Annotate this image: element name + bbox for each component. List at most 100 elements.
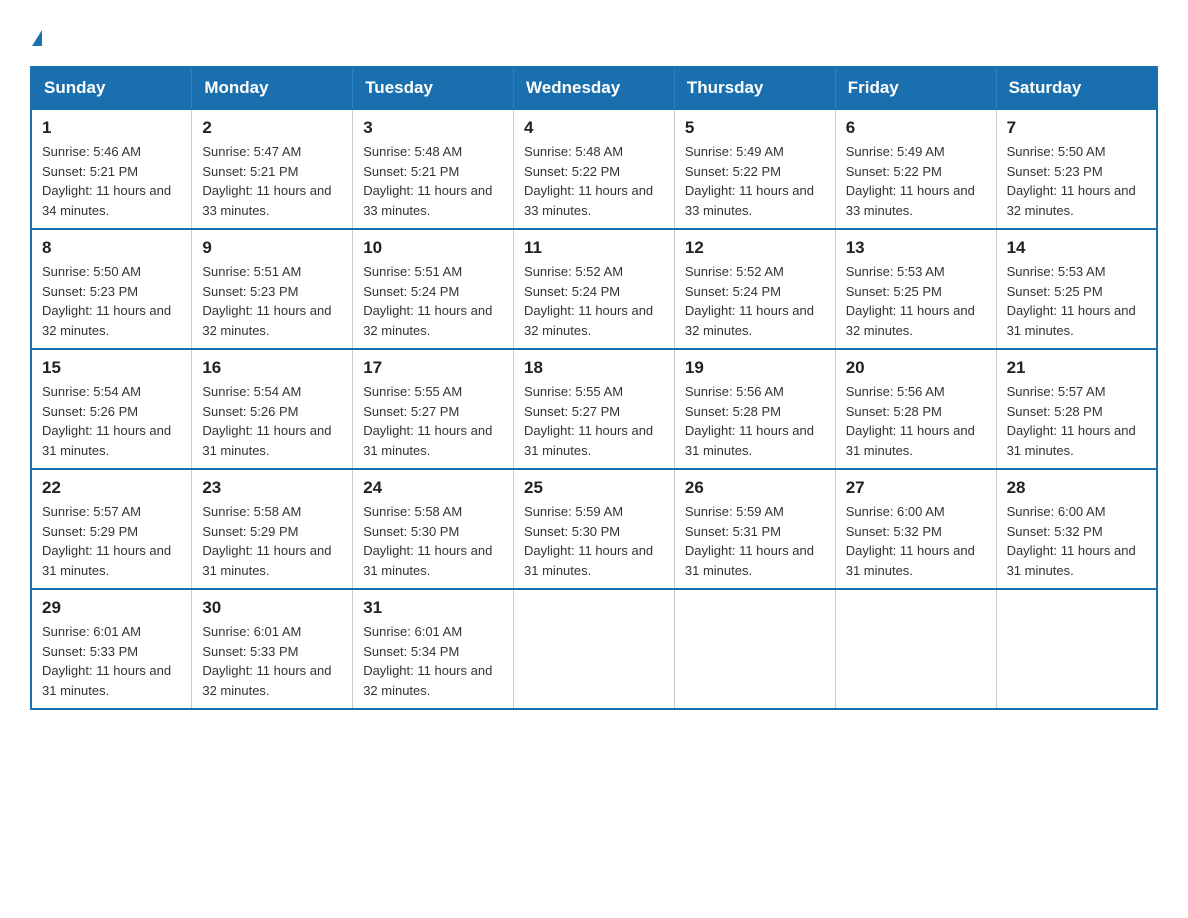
calendar-cell: 17 Sunrise: 5:55 AMSunset: 5:27 PMDaylig…	[353, 349, 514, 469]
column-header-monday: Monday	[192, 67, 353, 109]
calendar-cell: 18 Sunrise: 5:55 AMSunset: 5:27 PMDaylig…	[514, 349, 675, 469]
day-number: 26	[685, 478, 825, 498]
column-header-saturday: Saturday	[996, 67, 1157, 109]
calendar-cell: 21 Sunrise: 5:57 AMSunset: 5:28 PMDaylig…	[996, 349, 1157, 469]
day-number: 3	[363, 118, 503, 138]
day-info: Sunrise: 5:50 AMSunset: 5:23 PMDaylight:…	[1007, 142, 1146, 220]
day-number: 21	[1007, 358, 1146, 378]
calendar-cell: 31 Sunrise: 6:01 AMSunset: 5:34 PMDaylig…	[353, 589, 514, 709]
day-info: Sunrise: 5:59 AMSunset: 5:31 PMDaylight:…	[685, 502, 825, 580]
day-info: Sunrise: 6:00 AMSunset: 5:32 PMDaylight:…	[846, 502, 986, 580]
day-number: 24	[363, 478, 503, 498]
day-info: Sunrise: 5:46 AMSunset: 5:21 PMDaylight:…	[42, 142, 181, 220]
day-info: Sunrise: 5:52 AMSunset: 5:24 PMDaylight:…	[524, 262, 664, 340]
page-header	[30, 30, 1158, 46]
calendar-cell: 3 Sunrise: 5:48 AMSunset: 5:21 PMDayligh…	[353, 109, 514, 229]
calendar-cell: 12 Sunrise: 5:52 AMSunset: 5:24 PMDaylig…	[674, 229, 835, 349]
day-number: 13	[846, 238, 986, 258]
calendar-cell: 2 Sunrise: 5:47 AMSunset: 5:21 PMDayligh…	[192, 109, 353, 229]
calendar-cell: 24 Sunrise: 5:58 AMSunset: 5:30 PMDaylig…	[353, 469, 514, 589]
day-info: Sunrise: 5:50 AMSunset: 5:23 PMDaylight:…	[42, 262, 181, 340]
day-number: 10	[363, 238, 503, 258]
day-number: 9	[202, 238, 342, 258]
calendar-cell: 4 Sunrise: 5:48 AMSunset: 5:22 PMDayligh…	[514, 109, 675, 229]
calendar-cell: 20 Sunrise: 5:56 AMSunset: 5:28 PMDaylig…	[835, 349, 996, 469]
calendar-cell: 30 Sunrise: 6:01 AMSunset: 5:33 PMDaylig…	[192, 589, 353, 709]
day-info: Sunrise: 6:01 AMSunset: 5:33 PMDaylight:…	[42, 622, 181, 700]
day-number: 17	[363, 358, 503, 378]
day-number: 5	[685, 118, 825, 138]
day-info: Sunrise: 5:51 AMSunset: 5:24 PMDaylight:…	[363, 262, 503, 340]
day-number: 16	[202, 358, 342, 378]
day-number: 4	[524, 118, 664, 138]
calendar-cell	[835, 589, 996, 709]
day-info: Sunrise: 5:59 AMSunset: 5:30 PMDaylight:…	[524, 502, 664, 580]
day-info: Sunrise: 5:57 AMSunset: 5:29 PMDaylight:…	[42, 502, 181, 580]
day-info: Sunrise: 5:52 AMSunset: 5:24 PMDaylight:…	[685, 262, 825, 340]
day-info: Sunrise: 5:48 AMSunset: 5:21 PMDaylight:…	[363, 142, 503, 220]
day-info: Sunrise: 5:51 AMSunset: 5:23 PMDaylight:…	[202, 262, 342, 340]
day-number: 19	[685, 358, 825, 378]
day-number: 12	[685, 238, 825, 258]
day-info: Sunrise: 6:01 AMSunset: 5:33 PMDaylight:…	[202, 622, 342, 700]
day-info: Sunrise: 5:58 AMSunset: 5:30 PMDaylight:…	[363, 502, 503, 580]
day-info: Sunrise: 5:55 AMSunset: 5:27 PMDaylight:…	[363, 382, 503, 460]
calendar-cell: 1 Sunrise: 5:46 AMSunset: 5:21 PMDayligh…	[31, 109, 192, 229]
logo	[30, 30, 42, 46]
calendar-cell	[674, 589, 835, 709]
day-number: 20	[846, 358, 986, 378]
day-info: Sunrise: 6:01 AMSunset: 5:34 PMDaylight:…	[363, 622, 503, 700]
day-number: 28	[1007, 478, 1146, 498]
calendar-cell: 8 Sunrise: 5:50 AMSunset: 5:23 PMDayligh…	[31, 229, 192, 349]
column-header-wednesday: Wednesday	[514, 67, 675, 109]
calendar-week-row: 15 Sunrise: 5:54 AMSunset: 5:26 PMDaylig…	[31, 349, 1157, 469]
day-info: Sunrise: 5:49 AMSunset: 5:22 PMDaylight:…	[685, 142, 825, 220]
calendar-cell: 9 Sunrise: 5:51 AMSunset: 5:23 PMDayligh…	[192, 229, 353, 349]
day-info: Sunrise: 5:54 AMSunset: 5:26 PMDaylight:…	[42, 382, 181, 460]
column-header-tuesday: Tuesday	[353, 67, 514, 109]
calendar-cell: 13 Sunrise: 5:53 AMSunset: 5:25 PMDaylig…	[835, 229, 996, 349]
column-header-sunday: Sunday	[31, 67, 192, 109]
day-info: Sunrise: 5:53 AMSunset: 5:25 PMDaylight:…	[846, 262, 986, 340]
day-number: 18	[524, 358, 664, 378]
calendar-cell: 27 Sunrise: 6:00 AMSunset: 5:32 PMDaylig…	[835, 469, 996, 589]
day-info: Sunrise: 5:48 AMSunset: 5:22 PMDaylight:…	[524, 142, 664, 220]
day-number: 27	[846, 478, 986, 498]
calendar-table: SundayMondayTuesdayWednesdayThursdayFrid…	[30, 66, 1158, 710]
day-info: Sunrise: 5:53 AMSunset: 5:25 PMDaylight:…	[1007, 262, 1146, 340]
day-number: 31	[363, 598, 503, 618]
calendar-cell	[996, 589, 1157, 709]
day-info: Sunrise: 5:56 AMSunset: 5:28 PMDaylight:…	[685, 382, 825, 460]
day-number: 25	[524, 478, 664, 498]
day-number: 15	[42, 358, 181, 378]
day-info: Sunrise: 5:57 AMSunset: 5:28 PMDaylight:…	[1007, 382, 1146, 460]
day-number: 8	[42, 238, 181, 258]
day-info: Sunrise: 5:56 AMSunset: 5:28 PMDaylight:…	[846, 382, 986, 460]
day-number: 29	[42, 598, 181, 618]
day-info: Sunrise: 5:54 AMSunset: 5:26 PMDaylight:…	[202, 382, 342, 460]
day-number: 6	[846, 118, 986, 138]
day-number: 1	[42, 118, 181, 138]
day-info: Sunrise: 5:58 AMSunset: 5:29 PMDaylight:…	[202, 502, 342, 580]
calendar-week-row: 22 Sunrise: 5:57 AMSunset: 5:29 PMDaylig…	[31, 469, 1157, 589]
day-info: Sunrise: 5:47 AMSunset: 5:21 PMDaylight:…	[202, 142, 342, 220]
calendar-week-row: 29 Sunrise: 6:01 AMSunset: 5:33 PMDaylig…	[31, 589, 1157, 709]
calendar-cell: 23 Sunrise: 5:58 AMSunset: 5:29 PMDaylig…	[192, 469, 353, 589]
day-number: 14	[1007, 238, 1146, 258]
column-header-thursday: Thursday	[674, 67, 835, 109]
day-number: 22	[42, 478, 181, 498]
calendar-cell: 25 Sunrise: 5:59 AMSunset: 5:30 PMDaylig…	[514, 469, 675, 589]
calendar-cell: 5 Sunrise: 5:49 AMSunset: 5:22 PMDayligh…	[674, 109, 835, 229]
calendar-week-row: 8 Sunrise: 5:50 AMSunset: 5:23 PMDayligh…	[31, 229, 1157, 349]
day-number: 11	[524, 238, 664, 258]
day-info: Sunrise: 5:49 AMSunset: 5:22 PMDaylight:…	[846, 142, 986, 220]
calendar-cell: 7 Sunrise: 5:50 AMSunset: 5:23 PMDayligh…	[996, 109, 1157, 229]
calendar-cell: 10 Sunrise: 5:51 AMSunset: 5:24 PMDaylig…	[353, 229, 514, 349]
day-number: 2	[202, 118, 342, 138]
calendar-week-row: 1 Sunrise: 5:46 AMSunset: 5:21 PMDayligh…	[31, 109, 1157, 229]
calendar-cell: 14 Sunrise: 5:53 AMSunset: 5:25 PMDaylig…	[996, 229, 1157, 349]
calendar-cell: 16 Sunrise: 5:54 AMSunset: 5:26 PMDaylig…	[192, 349, 353, 469]
day-number: 7	[1007, 118, 1146, 138]
calendar-cell	[514, 589, 675, 709]
day-info: Sunrise: 5:55 AMSunset: 5:27 PMDaylight:…	[524, 382, 664, 460]
